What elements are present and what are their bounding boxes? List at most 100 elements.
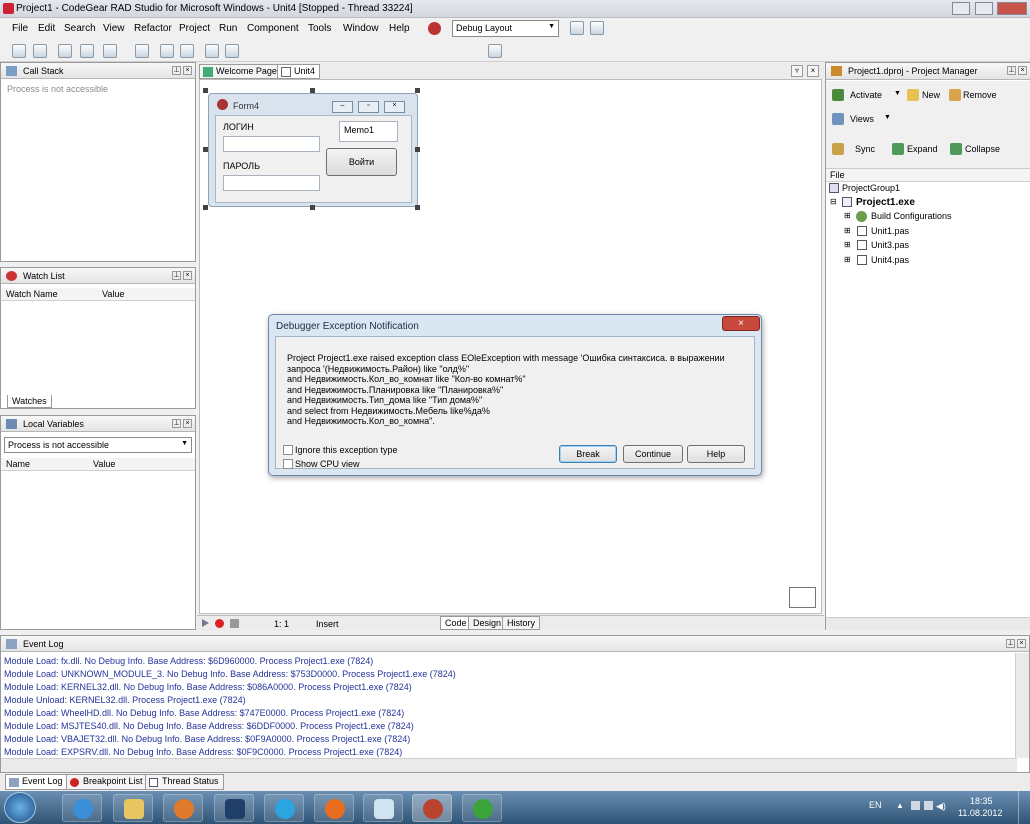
clock-time[interactable]: 18:35: [970, 796, 993, 806]
tree-build-configurations[interactable]: Build Configurations: [871, 211, 952, 221]
new-button[interactable]: New: [922, 90, 940, 100]
play-macro-icon[interactable]: [202, 619, 209, 627]
close-file-icon[interactable]: [180, 44, 194, 58]
resize-handle[interactable]: [203, 88, 208, 93]
add-to-project-icon[interactable]: [205, 44, 219, 58]
resize-handle[interactable]: [203, 147, 208, 152]
views-button[interactable]: Views: [850, 114, 874, 124]
menu-run[interactable]: Run: [219, 23, 237, 34]
collapse-node-icon[interactable]: ⊟: [830, 197, 837, 206]
flag-icon[interactable]: [911, 801, 920, 810]
close-icon[interactable]: ×: [183, 419, 192, 428]
tab-list-icon[interactable]: ▿: [791, 65, 803, 77]
resize-handle[interactable]: [310, 205, 315, 210]
tree-project[interactable]: Project1.exe: [856, 197, 915, 208]
name-column[interactable]: Name: [6, 459, 30, 469]
horizontal-scrollbar[interactable]: [1, 758, 1017, 772]
new-icon[interactable]: [12, 44, 26, 58]
watch-name-column[interactable]: Watch Name: [6, 289, 58, 299]
open-file-icon[interactable]: [103, 44, 117, 58]
close-icon[interactable]: ×: [183, 271, 192, 280]
help-button[interactable]: Help: [687, 445, 745, 463]
value-column[interactable]: Value: [93, 459, 115, 469]
tab-watches[interactable]: Watches: [7, 395, 52, 408]
save-all-icon[interactable]: [160, 44, 174, 58]
language-indicator[interactable]: EN: [869, 800, 882, 810]
resize-handle[interactable]: [203, 205, 208, 210]
tab-code[interactable]: Code: [440, 616, 472, 630]
expand-node-icon[interactable]: ⊞: [844, 255, 851, 264]
vertical-scrollbar[interactable]: [1015, 653, 1029, 758]
pin-icon[interactable]: ⊥: [172, 271, 181, 280]
local-variables-combo[interactable]: Process is not accessible ▼: [4, 437, 192, 453]
tab-design[interactable]: Design: [468, 616, 507, 630]
menu-tools[interactable]: Tools: [308, 23, 331, 34]
set-debug-desktop-icon[interactable]: [590, 21, 604, 35]
horizontal-scrollbar[interactable]: [826, 617, 1030, 630]
nonvisual-component-icon[interactable]: [789, 587, 816, 608]
taskbar-media-player[interactable]: [163, 794, 203, 822]
resize-handle[interactable]: [415, 147, 420, 152]
tab-breakpoint-list[interactable]: Breakpoint List: [66, 774, 148, 790]
show-cpu-checkbox[interactable]: [283, 459, 293, 469]
close-button[interactable]: [997, 2, 1027, 15]
dialog-close-button[interactable]: ×: [722, 316, 760, 331]
taskbar-firefox[interactable]: [314, 794, 354, 822]
taskbar-app[interactable]: [363, 794, 403, 822]
expand-button[interactable]: Expand: [907, 144, 938, 154]
help-book-icon[interactable]: [488, 44, 502, 58]
tree-unit3[interactable]: Unit3.pas: [871, 240, 909, 250]
chevron-down-icon[interactable]: ▼: [884, 114, 891, 121]
remove-button[interactable]: Remove: [963, 90, 997, 100]
continue-button[interactable]: Continue: [623, 445, 683, 463]
form4-window[interactable]: Form4 – ▫ × ЛОГИН ПАРОЛЬ Memo1 Войти: [208, 93, 418, 207]
tab-thread-status[interactable]: Thread Status: [145, 774, 224, 790]
menu-view[interactable]: View: [103, 23, 125, 34]
tree-unit1[interactable]: Unit1.pas: [871, 226, 909, 236]
tray-arrow-icon[interactable]: ▲: [896, 801, 904, 810]
taskbar-utorrent[interactable]: [462, 794, 502, 822]
menu-project[interactable]: Project: [179, 23, 210, 34]
tab-unit4[interactable]: Unit4: [277, 64, 321, 79]
clock-date[interactable]: 11.08.2012: [958, 808, 1002, 818]
menu-help[interactable]: Help: [389, 23, 410, 34]
taskbar-photoshop[interactable]: [214, 794, 254, 822]
login-button[interactable]: Войти: [326, 148, 397, 176]
login-field[interactable]: [223, 136, 320, 152]
expand-node-icon[interactable]: ⊞: [844, 211, 851, 220]
menu-edit[interactable]: Edit: [38, 23, 55, 34]
minimize-button[interactable]: [952, 2, 970, 15]
file-column-header[interactable]: File: [830, 170, 845, 180]
pin-icon[interactable]: ⊥: [1006, 639, 1015, 648]
show-desktop-button[interactable]: [1018, 791, 1030, 824]
break-button[interactable]: Break: [559, 445, 617, 463]
collapse-button[interactable]: Collapse: [965, 144, 1000, 154]
resize-handle[interactable]: [415, 88, 420, 93]
password-field[interactable]: [223, 175, 320, 191]
taskbar-explorer[interactable]: [113, 794, 153, 822]
network-icon[interactable]: [924, 801, 933, 810]
menu-component[interactable]: Component: [247, 23, 299, 34]
maximize-button[interactable]: [975, 2, 993, 15]
sync-button[interactable]: Sync: [855, 144, 875, 154]
remove-from-project-icon[interactable]: [225, 44, 239, 58]
layout-combo[interactable]: Debug Layout ▼: [452, 20, 559, 37]
close-icon[interactable]: ×: [1017, 639, 1026, 648]
resize-handle[interactable]: [415, 205, 420, 210]
close-icon[interactable]: ×: [183, 66, 192, 75]
open-icon[interactable]: [33, 44, 47, 58]
pin-icon[interactable]: ⊥: [1007, 66, 1016, 75]
tab-welcome-page[interactable]: Welcome Page: [199, 64, 282, 79]
close-tab-icon[interactable]: ×: [807, 65, 819, 77]
pin-icon[interactable]: ⊥: [172, 66, 181, 75]
taskbar-skype[interactable]: [264, 794, 304, 822]
chevron-down-icon[interactable]: ▼: [894, 90, 901, 97]
menu-file[interactable]: File: [12, 23, 28, 34]
save-desktop-icon[interactable]: [570, 21, 584, 35]
menu-search[interactable]: Search: [64, 23, 96, 34]
new-items-icon[interactable]: [80, 44, 94, 58]
volume-icon[interactable]: ◀): [936, 801, 946, 812]
menu-refactor[interactable]: Refactor: [134, 23, 172, 34]
stop-macro-icon[interactable]: [230, 619, 239, 628]
save-icon[interactable]: [135, 44, 149, 58]
